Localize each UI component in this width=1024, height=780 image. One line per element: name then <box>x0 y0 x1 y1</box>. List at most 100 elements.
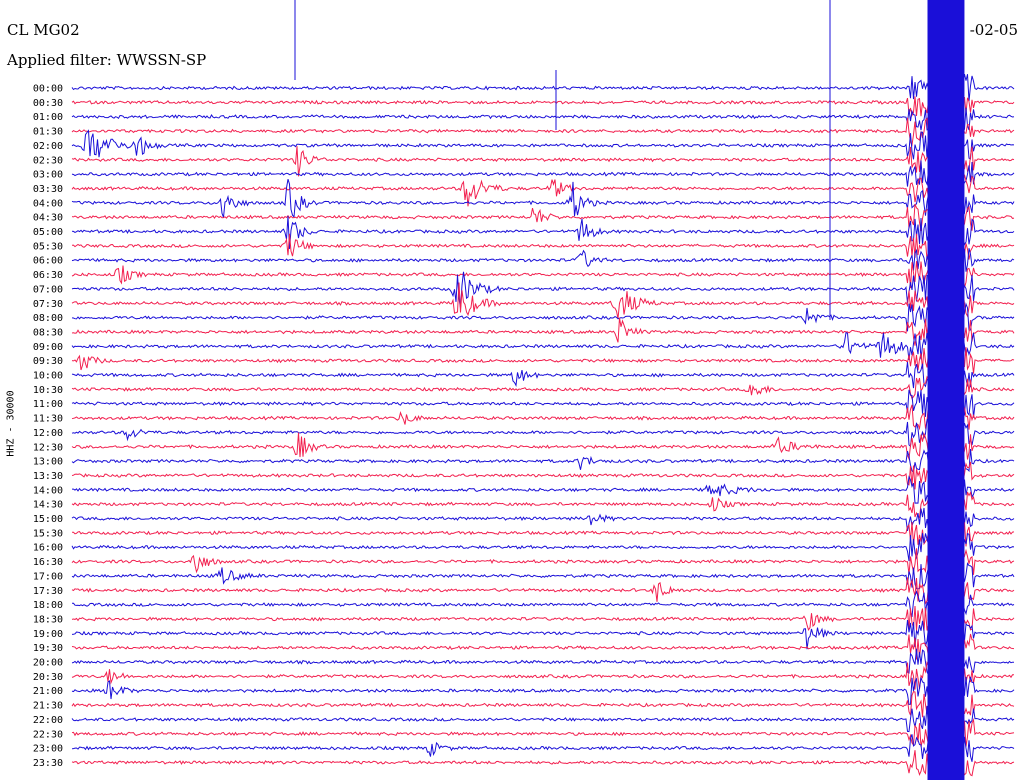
time-label: 20:00 <box>33 658 63 669</box>
trace-line <box>71 203 1015 231</box>
trace-line <box>71 618 1015 650</box>
trace-line <box>71 605 1015 633</box>
trace-line <box>71 73 1015 102</box>
time-label: 22:30 <box>33 729 63 740</box>
time-label: 06:00 <box>33 256 63 267</box>
time-label: 20:30 <box>33 672 63 683</box>
trace-line <box>71 705 1015 733</box>
time-label: 00:30 <box>33 98 63 109</box>
trace-line <box>71 179 1015 219</box>
y-axis-label: HHZ - 30000 <box>5 390 17 457</box>
time-label: 10:00 <box>33 371 63 382</box>
filter-label: Applied filter: WWSSN-SP <box>7 51 207 69</box>
trace-line <box>71 547 1015 575</box>
trace-line <box>71 418 1015 448</box>
saturated-band <box>927 0 965 780</box>
trace-line <box>71 633 1015 663</box>
time-label: 04:30 <box>33 213 63 224</box>
trace-line <box>71 749 1015 779</box>
trace-line <box>71 718 1015 748</box>
time-label: 08:00 <box>33 313 63 324</box>
time-label: 01:30 <box>33 127 63 138</box>
time-label: 08:30 <box>33 327 63 338</box>
time-label: 14:00 <box>33 485 63 496</box>
trace-line <box>71 317 1015 347</box>
trace-line <box>71 231 1015 260</box>
time-label: 01:00 <box>33 112 63 123</box>
time-label: 23:30 <box>33 758 63 769</box>
time-label: 19:00 <box>33 629 63 640</box>
trace-line <box>71 103 1015 131</box>
time-label: 18:00 <box>33 600 63 611</box>
trace-line <box>71 446 1015 475</box>
time-label: 12:00 <box>33 428 63 439</box>
trace-line <box>71 174 1015 207</box>
time-label: 14:30 <box>33 500 63 511</box>
trace-line <box>71 660 1014 690</box>
time-label: 06:30 <box>33 270 63 281</box>
trace-line <box>71 461 1015 490</box>
trace-line <box>71 676 1015 705</box>
time-label: 05:30 <box>33 241 63 252</box>
time-label: 05:00 <box>33 227 63 238</box>
trace-line <box>71 215 1015 249</box>
time-label: 23:00 <box>33 744 63 755</box>
trace-line <box>71 389 1015 418</box>
time-label: 18:30 <box>33 614 63 625</box>
time-label: 16:00 <box>33 543 63 554</box>
trace-line <box>71 432 1015 461</box>
trace-line <box>71 648 1015 677</box>
time-label: 03:00 <box>33 170 63 181</box>
trace-line <box>71 261 1015 289</box>
time-label: 02:00 <box>33 141 63 152</box>
trace-line <box>71 490 1015 519</box>
trace-line <box>71 375 1015 401</box>
trace-line <box>71 271 1015 308</box>
time-label: 15:00 <box>33 514 63 525</box>
time-label: 07:00 <box>33 284 63 295</box>
date-label: -02-05 <box>967 21 1018 39</box>
station-title: CL MG02 <box>7 21 80 39</box>
trace-line <box>72 519 1015 549</box>
time-label: 21:30 <box>33 701 63 712</box>
time-label: 03:30 <box>33 184 63 195</box>
trace-line <box>71 117 1015 147</box>
time-label: 07:30 <box>33 299 63 310</box>
trace-line <box>71 690 1015 718</box>
time-label: 21:00 <box>33 686 63 697</box>
trace-line <box>71 302 1015 332</box>
time-label: 00:00 <box>33 84 63 95</box>
trace-line <box>71 146 1015 177</box>
trace-line <box>71 562 1015 590</box>
helicorder-plot: 00:00 00:30 01:00 01:30 02:00 02:30 03:00 03:30… <box>33 0 1015 780</box>
trace-line <box>71 576 1015 605</box>
time-label: 17:00 <box>33 571 63 582</box>
trace-line <box>71 361 1015 389</box>
time-label: 19:30 <box>33 643 63 654</box>
trace-line <box>72 590 1015 621</box>
trace-line <box>71 404 1015 431</box>
time-label: 15:30 <box>33 528 63 539</box>
trace-line <box>71 246 1015 273</box>
time-label: 11:00 <box>33 399 63 410</box>
time-label: 22:00 <box>33 715 63 726</box>
trace-line <box>71 159 1015 187</box>
time-label: 13:30 <box>33 471 63 482</box>
trace-line <box>72 475 1015 504</box>
time-label: 16:30 <box>33 557 63 568</box>
time-label: 04:00 <box>33 198 63 209</box>
trace-line <box>71 531 1015 562</box>
time-label: 13:00 <box>33 457 63 468</box>
trace-line <box>71 88 1015 117</box>
time-label: 02:30 <box>33 155 63 166</box>
trace-line <box>71 733 1015 763</box>
time-label: 17:30 <box>33 586 63 597</box>
trace-line <box>71 346 1015 374</box>
trace-line <box>71 129 1015 160</box>
trace-line <box>71 505 1015 531</box>
time-label: 09:00 <box>33 342 63 353</box>
time-label: 10:30 <box>33 385 63 396</box>
time-label: 12:30 <box>33 442 63 453</box>
time-label: 09:30 <box>33 356 63 367</box>
time-label: 11:30 <box>33 414 63 425</box>
